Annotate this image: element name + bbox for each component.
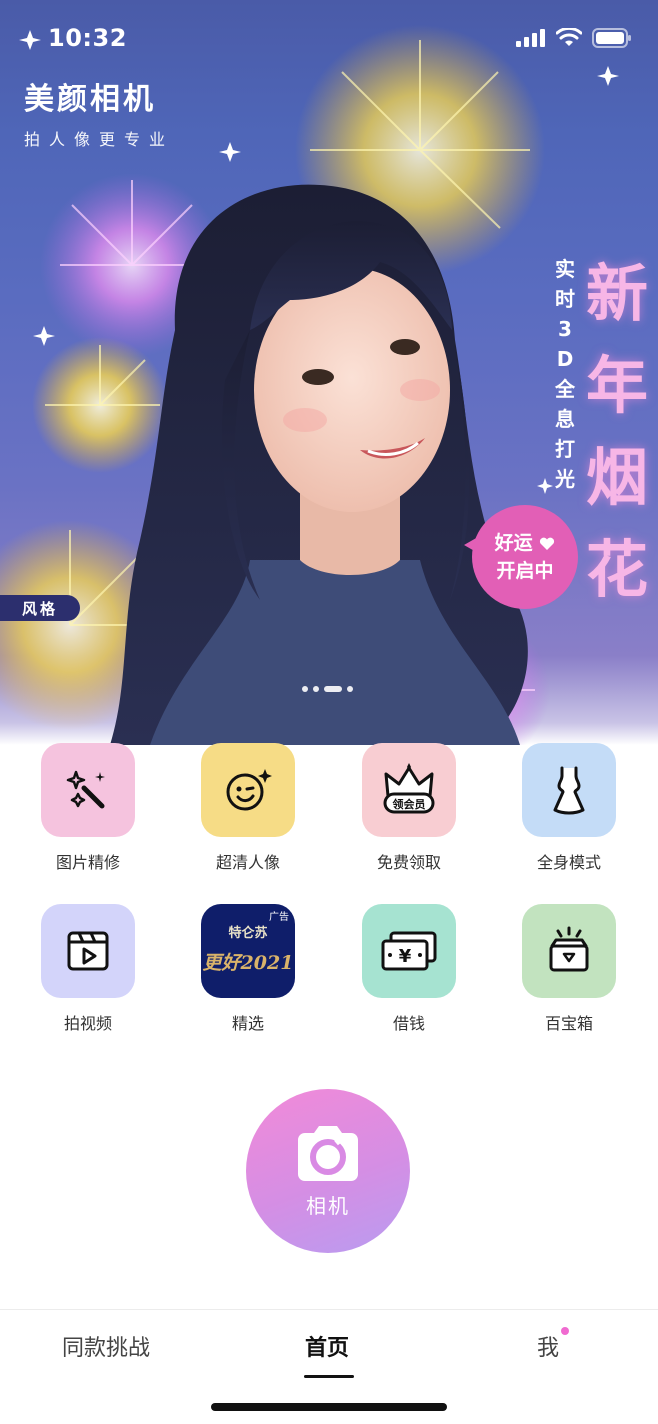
feature-label: 超清人像 bbox=[215, 853, 280, 872]
tab-me[interactable]: 我 bbox=[537, 1330, 559, 1362]
camera-button[interactable]: 相机 bbox=[246, 1089, 410, 1253]
feature-loan[interactable]: ¥ 借钱 bbox=[329, 904, 489, 1034]
app-root: 10:32 美颜相机 拍人像更专业 实 时 3 D 全 息 打 光 新 年 烟 … bbox=[0, 0, 658, 1424]
carousel-indicator bbox=[302, 686, 353, 692]
style-tag[interactable]: 风格 bbox=[0, 595, 80, 621]
magic-wand-icon bbox=[66, 770, 105, 809]
feature-icon-tile: ¥ bbox=[362, 904, 456, 998]
feature-label: 百宝箱 bbox=[544, 1014, 593, 1033]
promo-tagline: 实 时 3 D 全 息 打 光 bbox=[555, 257, 575, 491]
status-time: 10:32 bbox=[48, 24, 127, 52]
video-clapper-icon bbox=[67, 931, 109, 971]
portrait-eye-left bbox=[302, 369, 334, 385]
notification-dot bbox=[561, 1327, 569, 1335]
feature-free-claim[interactable]: 领会员 免费领取 bbox=[329, 743, 489, 873]
feature-label: 拍视频 bbox=[63, 1014, 112, 1033]
brand-title: 美颜相机 bbox=[24, 82, 156, 117]
crown-badge-text: 领会员 bbox=[392, 797, 426, 811]
feature-icon-tile bbox=[41, 904, 135, 998]
feature-label: 免费领取 bbox=[376, 853, 441, 872]
brand-subtitle: 拍人像更专业 bbox=[24, 130, 175, 149]
feature-full-body[interactable]: 全身模式 bbox=[489, 743, 649, 873]
carousel-dot bbox=[302, 686, 308, 692]
wifi-icon bbox=[556, 28, 582, 46]
luck-badge[interactable]: 好运 开启中 bbox=[464, 505, 578, 609]
status-icons bbox=[516, 28, 632, 48]
hero-banner[interactable]: 10:32 美颜相机 拍人像更专业 实 时 3 D 全 息 打 光 新 年 烟 … bbox=[0, 0, 658, 745]
luck-badge-line1: 好运 bbox=[494, 532, 533, 554]
luck-badge-line2: 开启中 bbox=[496, 560, 554, 582]
feature-hd-portrait[interactable]: 超清人像 bbox=[168, 743, 328, 873]
tab-active-indicator bbox=[304, 1375, 354, 1378]
ad-slogan: 更好2021 bbox=[202, 952, 294, 974]
carousel-dot bbox=[313, 686, 319, 692]
ad-brand: 特仑苏 bbox=[228, 926, 268, 941]
battery-icon bbox=[592, 28, 631, 48]
feature-featured[interactable]: 广告 特仑苏 更好2021 精选 bbox=[168, 904, 328, 1034]
feature-icon-tile bbox=[41, 743, 135, 837]
feature-icon-tile bbox=[522, 904, 616, 998]
promo-headline: 新 年 烟 花 bbox=[585, 257, 648, 606]
carousel-dot bbox=[347, 686, 353, 692]
camera-icon bbox=[298, 1125, 358, 1181]
ad-thumbnail-icon: 广告 特仑苏 更好2021 bbox=[201, 904, 295, 998]
feature-video[interactable]: 拍视频 bbox=[8, 904, 168, 1034]
treasure-box-icon bbox=[549, 926, 589, 972]
feature-icon-tile: 领会员 bbox=[362, 743, 456, 837]
feature-photo-retouch[interactable]: 图片精修 bbox=[8, 743, 168, 873]
feature-label: 精选 bbox=[231, 1014, 264, 1033]
camera-label: 相机 bbox=[306, 1193, 350, 1218]
feature-label: 图片精修 bbox=[55, 853, 120, 872]
brand-block: 美颜相机 拍人像更专业 bbox=[24, 74, 174, 150]
feature-icon-tile bbox=[201, 743, 295, 837]
smile-face-icon bbox=[226, 769, 272, 811]
feature-icon-tile bbox=[522, 743, 616, 837]
cash-symbol: ¥ bbox=[399, 946, 412, 967]
feature-label: 全身模式 bbox=[536, 853, 601, 872]
portrait-eye-right bbox=[390, 339, 420, 355]
cash-icon: ¥ bbox=[381, 931, 437, 971]
home-indicator[interactable] bbox=[211, 1403, 447, 1411]
carousel-dot-active bbox=[324, 686, 342, 692]
ad-label: 广告 bbox=[269, 912, 289, 923]
dress-icon bbox=[553, 766, 585, 815]
vip-crown-icon: 领会员 bbox=[383, 763, 435, 814]
signal-icon bbox=[516, 29, 545, 47]
tab-challenge[interactable]: 同款挑战 bbox=[62, 1330, 150, 1362]
tab-home[interactable]: 首页 bbox=[305, 1330, 349, 1362]
feature-label: 借钱 bbox=[392, 1014, 425, 1033]
feature-treasure-box[interactable]: 百宝箱 bbox=[489, 904, 649, 1034]
heart-icon bbox=[540, 537, 555, 550]
